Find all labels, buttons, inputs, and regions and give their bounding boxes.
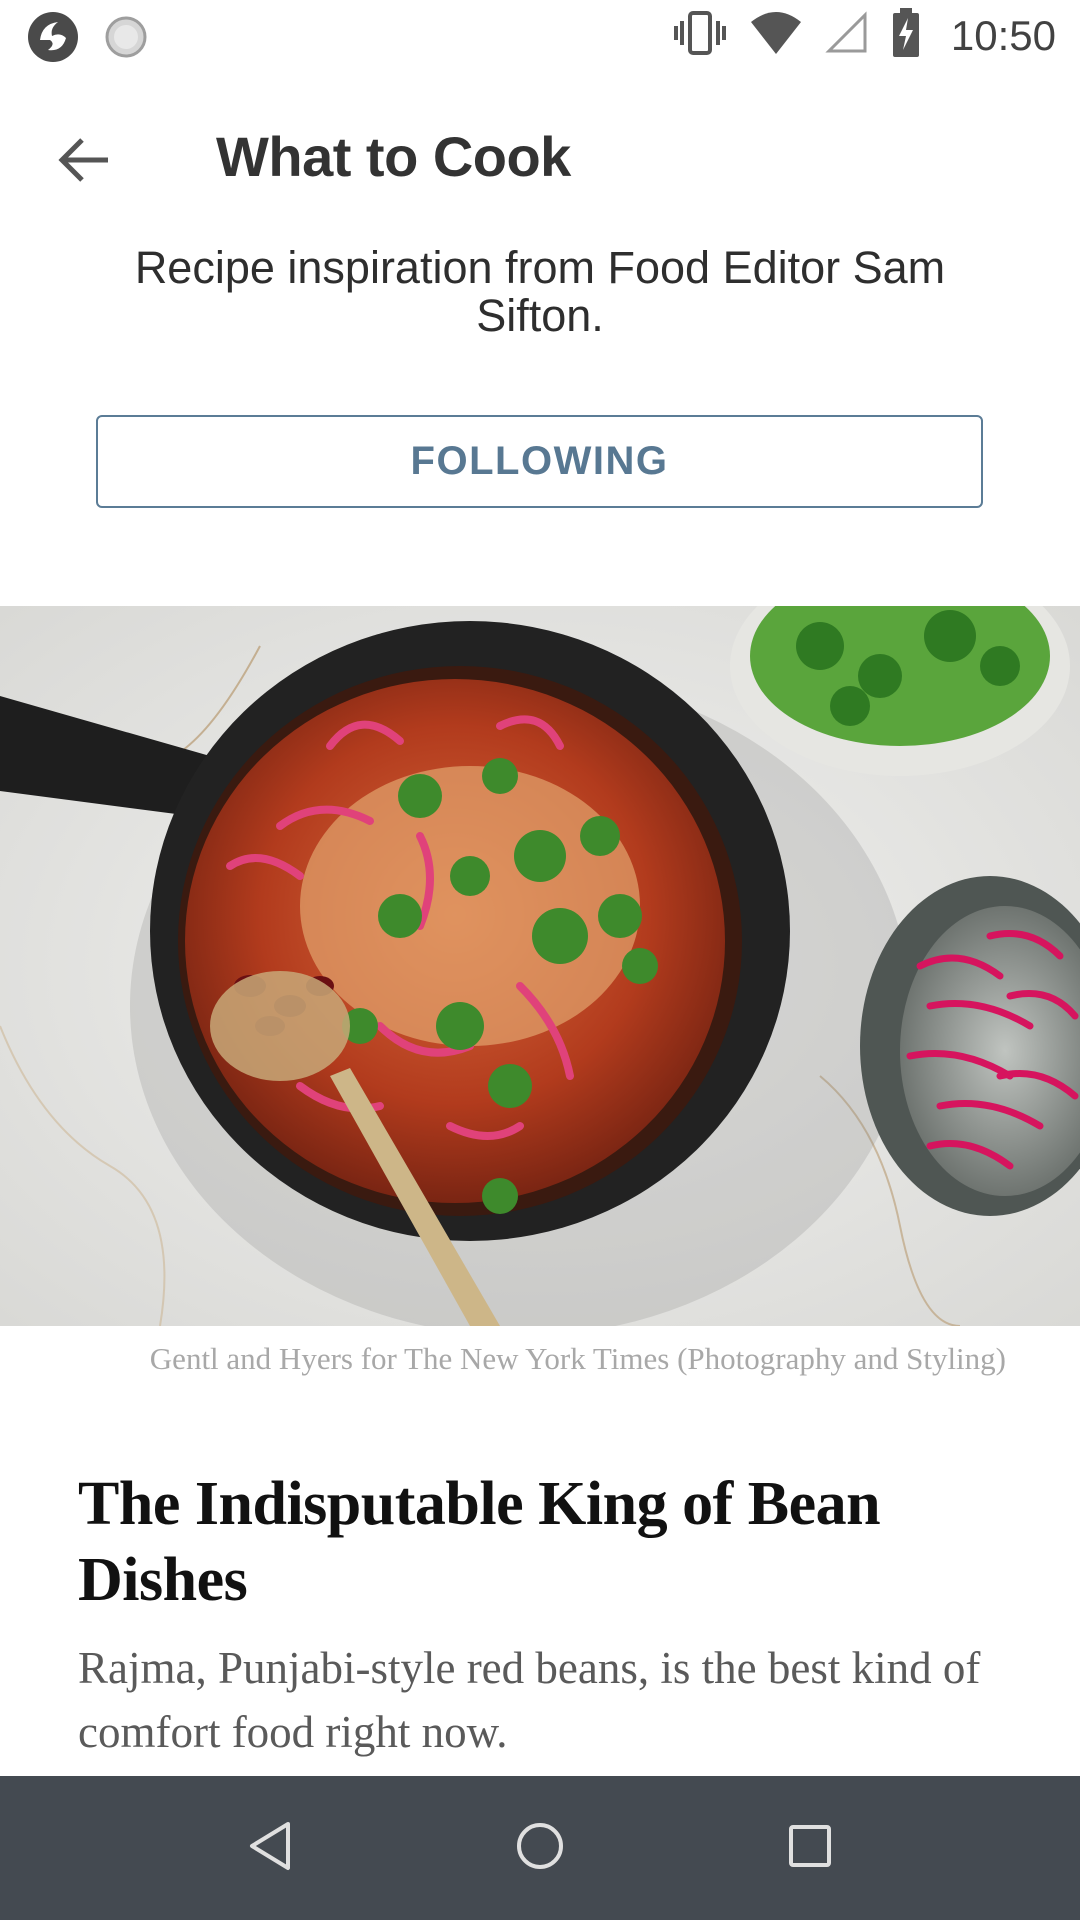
app-logo-icon — [26, 10, 80, 69]
nav-back-button[interactable] — [234, 1812, 306, 1884]
nav-recents-button[interactable] — [774, 1812, 846, 1884]
nav-home-button[interactable] — [504, 1812, 576, 1884]
page-title: What to Cook — [216, 125, 571, 188]
signal-icon — [825, 11, 869, 60]
back-triangle-icon — [246, 1820, 294, 1877]
arrow-left-icon — [58, 137, 110, 188]
status-time: 10:50 — [950, 11, 1056, 59]
vibrate-icon — [673, 9, 727, 62]
status-bar: 10:50 — [0, 0, 1080, 72]
article-headline[interactable]: The Indisputable King of Bean Dishes — [78, 1466, 1018, 1618]
following-button[interactable]: FOLLOWING — [96, 415, 983, 508]
home-circle-icon — [515, 1821, 565, 1876]
app-bar: What to Cook — [0, 72, 1080, 244]
status-left-icons — [26, 10, 148, 69]
status-right-icons: 10:50 — [673, 8, 1056, 63]
hero-photo — [0, 606, 1080, 1326]
loading-icon — [104, 15, 148, 64]
wifi-icon — [749, 10, 803, 61]
article-hero-image[interactable] — [0, 606, 1080, 1326]
system-nav-bar — [0, 1776, 1080, 1920]
recents-square-icon — [787, 1823, 833, 1874]
photo-credit: Gentl and Hyers for The New York Times (… — [149, 1341, 1006, 1376]
section-description: Recipe inspiration from Food Editor Sam … — [134, 242, 946, 341]
article-summary[interactable]: Rajma, Punjabi-style red beans, is the b… — [78, 1636, 1018, 1764]
battery-charging-icon — [891, 8, 921, 63]
back-button[interactable] — [44, 122, 124, 202]
